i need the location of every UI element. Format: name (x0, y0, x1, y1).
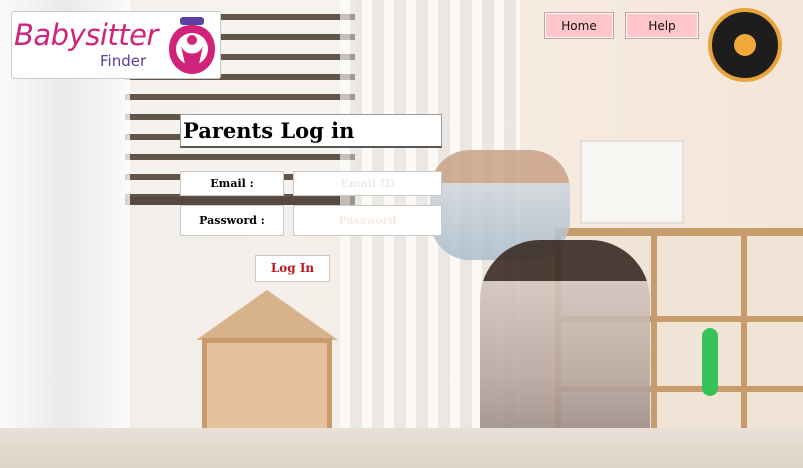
password-field[interactable] (293, 205, 442, 236)
login-button[interactable]: Log In (255, 255, 330, 282)
help-button[interactable]: Help (625, 12, 699, 39)
wall-clock (708, 8, 782, 82)
floor (0, 428, 803, 468)
page-title: Parents Log in (180, 114, 442, 148)
email-field[interactable] (293, 171, 442, 196)
cactus-lamp (702, 328, 718, 396)
brand-subtitle: Finder (100, 52, 147, 70)
wall-art (580, 140, 684, 224)
password-label: Password : (180, 205, 284, 236)
email-label: Email : (180, 171, 284, 196)
toy-dollhouse (196, 290, 338, 448)
brand-logo[interactable]: Babysitter Finder (11, 11, 221, 79)
brand-name: Babysitter (14, 18, 158, 52)
mother-child-icon (169, 17, 215, 74)
home-button[interactable]: Home (544, 12, 614, 39)
